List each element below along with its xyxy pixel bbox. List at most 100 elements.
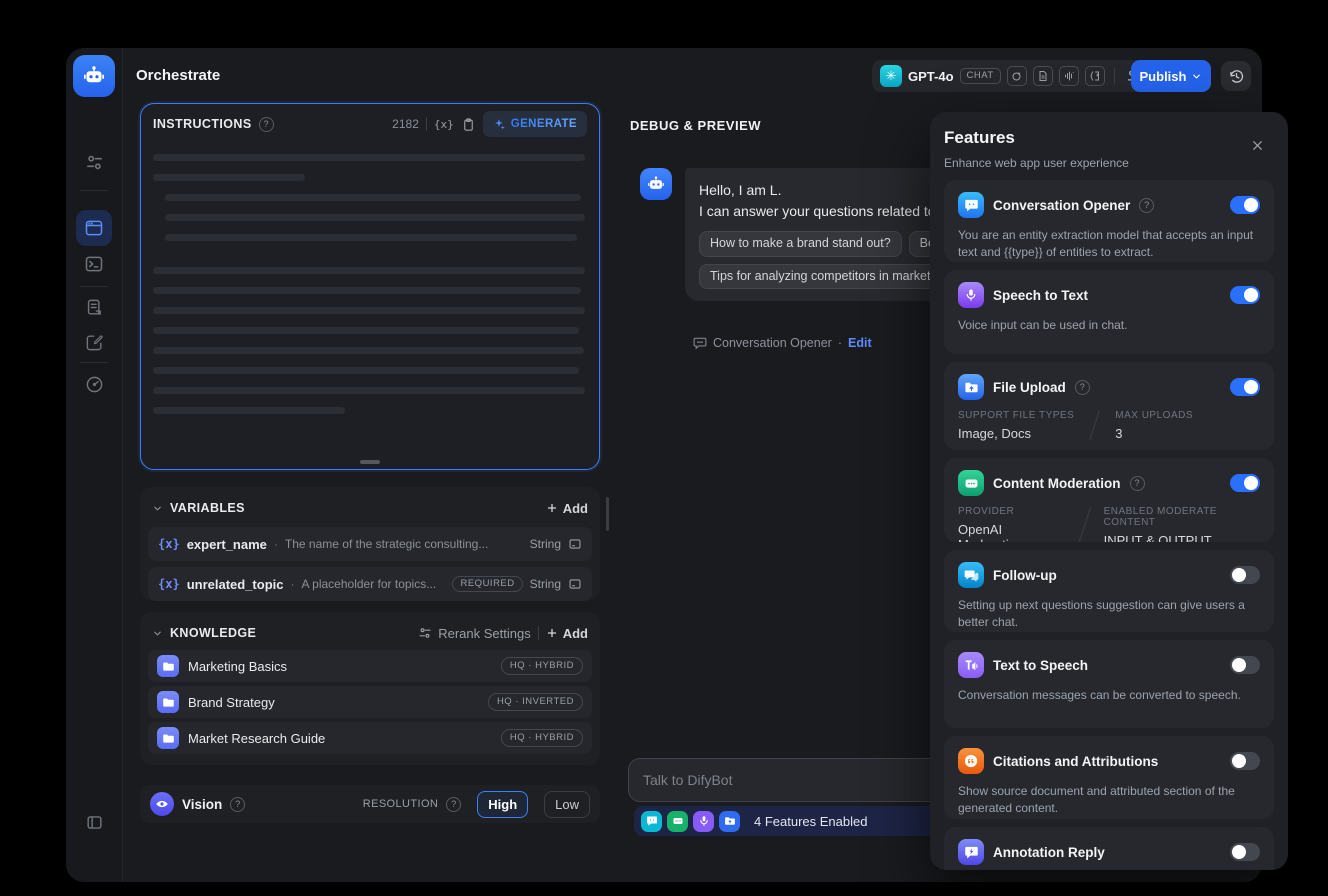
speech-to-text-toggle[interactable] (1230, 286, 1260, 304)
knowledge-row[interactable]: Marketing Basics HQ · HYBRID (148, 650, 592, 682)
file-upload-icon (958, 374, 984, 400)
features-enabled-text: 4 Features Enabled (754, 813, 868, 829)
page-title: Orchestrate (136, 67, 221, 84)
insert-variable-icon[interactable]: {x} (434, 118, 454, 131)
edit-opener-link[interactable]: Edit (848, 336, 872, 350)
chat-bubble-icon (693, 337, 707, 350)
sidebar-divider (80, 362, 108, 363)
divider (537, 626, 539, 640)
robot-app-icon[interactable] (73, 55, 115, 97)
char-count: 2182 (392, 117, 419, 131)
sidebar (66, 48, 123, 882)
copy-icon[interactable] (461, 117, 476, 132)
conversation-opener-toggle[interactable] (1230, 196, 1260, 214)
debug-preview-title: DEBUG & PREVIEW (630, 118, 762, 133)
vision-section: Vision RESOLUTION High Low (140, 785, 600, 823)
variable-token: {x} (158, 537, 180, 551)
folder-icon (157, 691, 179, 713)
eye-icon (150, 792, 174, 816)
field-settings-icon[interactable] (568, 537, 582, 551)
opener-label: Conversation Opener (713, 336, 832, 350)
knowledge-title: KNOWLEDGE (170, 626, 257, 640)
variable-row[interactable]: {x} unrelated_topic · A placeholder for … (148, 567, 592, 601)
version-history-icon[interactable] (1221, 61, 1251, 91)
document-capability-icon (1032, 66, 1053, 86)
help-icon (446, 796, 462, 812)
resize-handle[interactable] (360, 460, 380, 464)
resolution-low-button[interactable]: Low (544, 790, 590, 818)
sliders-icon (419, 628, 431, 638)
chevron-down-icon[interactable] (152, 503, 163, 514)
skeleton-text-line (153, 407, 345, 414)
field-settings-icon[interactable] (568, 577, 582, 591)
skeleton-text-line (153, 307, 585, 314)
chevron-down-icon[interactable] (152, 628, 163, 639)
annotation-reply-toggle[interactable] (1230, 843, 1260, 861)
settings-sliders-icon[interactable] (76, 144, 112, 180)
pill-divider (1113, 68, 1115, 84)
suggested-question-chip[interactable]: How to make a brand stand out? (699, 231, 902, 257)
publish-button[interactable]: Publish (1131, 60, 1211, 92)
annotation-reply-icon (958, 839, 984, 865)
annotations-icon[interactable] (76, 324, 112, 360)
content-moderation-mini-icon (667, 810, 688, 832)
plus-icon (547, 503, 556, 513)
instructions-text-skeleton[interactable] (153, 154, 587, 455)
skeleton-text-line (153, 367, 579, 374)
conversation-opener-icon (958, 192, 984, 218)
skeleton-text-line (153, 287, 581, 294)
moderation-provider-field: PROVIDER OpenAI Moderation (958, 506, 1023, 542)
skeleton-text-line (153, 327, 579, 334)
model-selector[interactable]: ✳ GPT-4o CHAT (872, 60, 1153, 92)
skeleton-text-line (165, 194, 581, 201)
logs-icon[interactable] (76, 289, 112, 325)
resolution-high-button[interactable]: High (477, 790, 529, 818)
variable-row[interactable]: {x} expert_name · The name of the strate… (148, 527, 592, 561)
generate-button[interactable]: GENERATE (482, 111, 587, 137)
speech-to-text-mini-icon (693, 810, 714, 832)
feature-card-follow-up: Follow-up Setting up next questions sugg… (944, 550, 1274, 632)
help-icon (258, 116, 274, 132)
text-to-speech-toggle[interactable] (1230, 656, 1260, 674)
chevron-down-icon (1193, 74, 1201, 78)
opener-note: Conversation Opener · Edit (693, 336, 872, 350)
file-upload-toggle[interactable] (1230, 378, 1260, 396)
skeleton-text-line (153, 387, 585, 394)
citations-toggle[interactable] (1230, 752, 1260, 770)
follow-up-toggle[interactable] (1230, 566, 1260, 584)
close-icon[interactable] (1248, 136, 1266, 154)
knowledge-row[interactable]: Brand Strategy HQ · INVERTED (148, 686, 592, 718)
collapse-sidebar-icon[interactable] (76, 804, 112, 840)
feature-card-content-moderation: Content Moderation PROVIDER OpenAI Moder… (944, 458, 1274, 542)
bot-avatar (640, 168, 672, 200)
monitoring-icon[interactable] (76, 366, 112, 402)
model-name: GPT-4o (908, 68, 954, 84)
help-icon (1139, 197, 1155, 213)
suggested-question-chip[interactable]: Tips for analyzing competitors in market… (699, 263, 959, 290)
instructions-card[interactable]: INSTRUCTIONS 2182 {x} GENERATE (140, 103, 600, 470)
field-divider (1075, 506, 1091, 542)
moderation-content-field: ENABLED MODERATE CONTENT INPUT & OUTPUT (1103, 506, 1217, 542)
index-mode-badge: HQ · INVERTED (487, 693, 583, 711)
speech-to-text-icon (958, 282, 984, 308)
plus-icon (547, 628, 556, 638)
sidebar-divider (80, 190, 108, 191)
conversation-opener-mini-icon (641, 810, 662, 832)
knowledge-row[interactable]: Market Research Guide HQ · HYBRID (148, 722, 592, 754)
divider (425, 117, 427, 131)
instructions-title: INSTRUCTIONS (153, 117, 252, 131)
orchestrate-icon[interactable] (76, 210, 112, 246)
scrollbar-thumb[interactable] (606, 497, 609, 531)
rerank-settings-button[interactable]: Rerank Settings (418, 626, 531, 641)
skeleton-text-line (153, 154, 585, 161)
feature-card-speech-to-text: Speech to Text Voice input can be used i… (944, 270, 1274, 354)
content-moderation-toggle[interactable] (1230, 474, 1260, 492)
feature-card-text-to-speech: Text to Speech Conversation messages can… (944, 640, 1274, 728)
add-variable-button[interactable]: Add (546, 501, 588, 516)
content-moderation-icon (958, 470, 984, 496)
feature-card-annotation-reply: Annotation Reply (944, 827, 1274, 870)
add-knowledge-button[interactable]: Add (546, 626, 588, 641)
publish-label: Publish (1139, 68, 1187, 84)
text-to-speech-icon (958, 652, 984, 678)
api-terminal-icon[interactable] (76, 246, 112, 282)
